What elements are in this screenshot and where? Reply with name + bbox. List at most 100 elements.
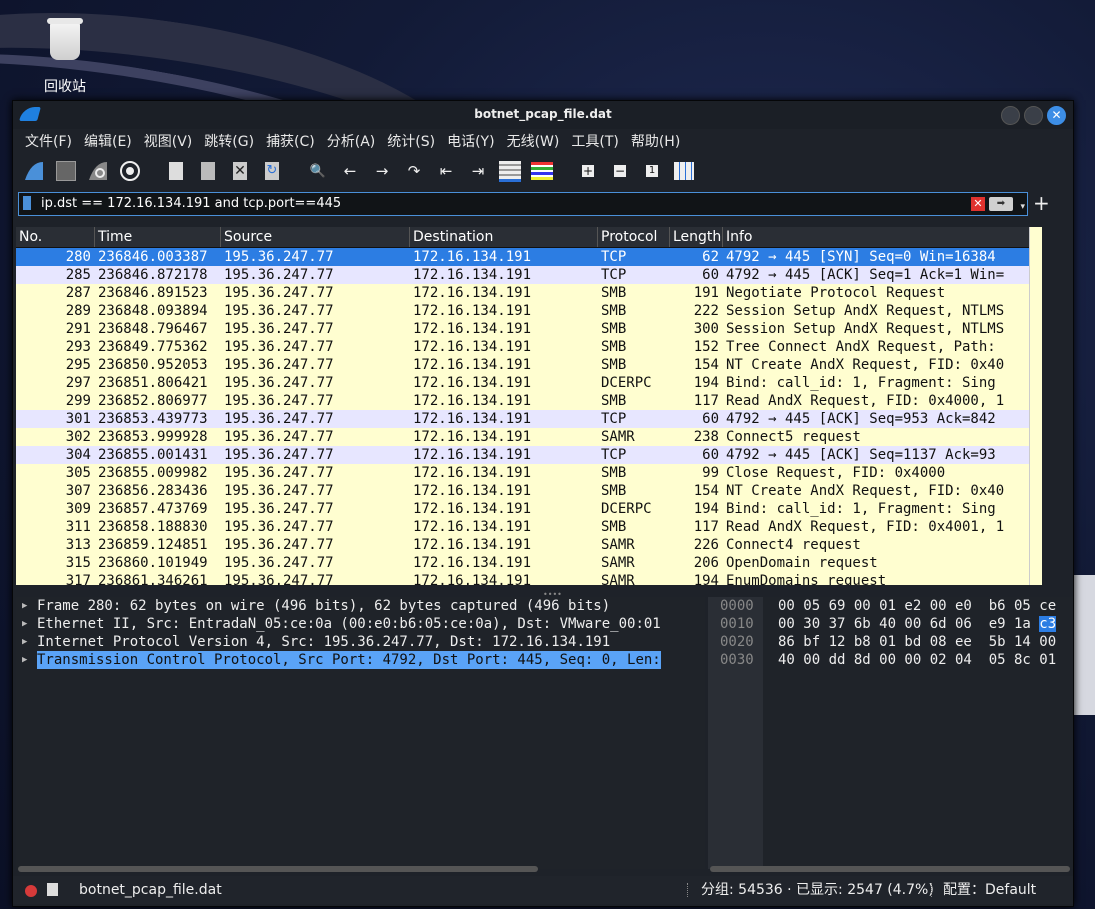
clear-filter-icon[interactable]: ✕ <box>971 197 985 211</box>
packet-row[interactable]: 299 236852.806977 195.36.247.77 172.16.134.… <box>16 392 1029 410</box>
menu-capture[interactable]: 捕获(C) <box>260 131 321 151</box>
go-forward-icon[interactable]: → <box>369 158 395 184</box>
expand-arrow-icon[interactable]: ▶ <box>22 597 27 615</box>
packet-protocol: SAMR <box>601 555 635 571</box>
packet-row[interactable]: 305 236855.009982 195.36.247.77 172.16.134.… <box>16 464 1029 482</box>
menu-edit[interactable]: 编辑(E) <box>78 131 138 151</box>
reload-file-icon[interactable]: ↻ <box>259 158 285 184</box>
packet-row[interactable]: 315 236860.101949 195.36.247.77 172.16.134.… <box>16 554 1029 572</box>
desktop-recycle-bin[interactable]: 回收站 <box>30 18 100 96</box>
capture-options-icon[interactable] <box>117 158 143 184</box>
title-bar[interactable]: botnet_pcap_file.dat ✕ <box>13 101 1073 129</box>
packet-row[interactable]: 301 236853.439773 195.36.247.77 172.16.134.… <box>16 410 1029 428</box>
packet-destination: 172.16.134.191 <box>413 285 532 301</box>
menu-telephony[interactable]: 电话(Y) <box>441 131 500 151</box>
add-filter-button-icon[interactable]: + <box>1033 191 1050 215</box>
go-to-packet-icon[interactable]: ↷ <box>401 158 427 184</box>
display-filter-bar: ip.dst == 172.16.134.191 and tcp.port==4… <box>13 191 1073 217</box>
packet-time: 236861.346261 <box>98 573 208 585</box>
autoscroll-icon[interactable] <box>497 158 523 184</box>
open-file-icon[interactable] <box>163 158 189 184</box>
packet-row[interactable]: 289 236848.093894 195.36.247.77 172.16.134.… <box>16 302 1029 320</box>
capture-comment-icon[interactable] <box>47 883 58 896</box>
column-header-length[interactable]: Length <box>670 227 723 247</box>
packet-protocol: SMB <box>601 321 627 337</box>
save-file-icon[interactable] <box>195 158 221 184</box>
bytes-horizontal-scrollbar[interactable] <box>710 866 1070 872</box>
column-header-info[interactable]: Info <box>723 227 1029 247</box>
packet-list-scrollbar[interactable] <box>1029 227 1042 585</box>
go-back-icon[interactable]: ← <box>337 158 363 184</box>
packet-row[interactable]: 297 236851.806421 195.36.247.77 172.16.134.… <box>16 374 1029 392</box>
packet-row[interactable]: 302 236853.999928 195.36.247.77 172.16.134.… <box>16 428 1029 446</box>
packet-details-pane[interactable]: ▶ Frame 280: 62 bytes on wire (496 bits),… <box>16 597 705 869</box>
detail-tree-item[interactable]: ▶ Ethernet II, Src: EntradaN_05:ce:0a (00… <box>16 615 705 633</box>
packet-bytes-pane[interactable]: 0000 0010 0020 0030 00 05 69 00 01 e2 00 e0… <box>708 597 1073 869</box>
packet-row[interactable]: 287 236846.891523 195.36.247.77 172.16.134.… <box>16 284 1029 302</box>
normal-size-icon[interactable]: 1 <box>639 158 665 184</box>
packet-row[interactable]: 291 236848.796467 195.36.247.77 172.16.134.… <box>16 320 1029 338</box>
expert-info-icon[interactable] <box>25 885 37 897</box>
expand-arrow-icon[interactable]: ▶ <box>22 615 27 633</box>
close-file-icon[interactable]: ✕ <box>227 158 253 184</box>
column-header-no[interactable]: No. <box>16 227 95 247</box>
restart-capture-icon[interactable] <box>85 158 111 184</box>
stop-capture-icon[interactable] <box>53 158 79 184</box>
packet-destination: 172.16.134.191 <box>413 519 532 535</box>
detail-tree-item[interactable]: ▶ Internet Protocol Version 4, Src: 195.3… <box>16 633 705 651</box>
menu-help[interactable]: 帮助(H) <box>625 131 686 151</box>
packet-row[interactable]: 309 236857.473769 195.36.247.77 172.16.134.… <box>16 500 1029 518</box>
resize-columns-icon[interactable] <box>671 158 697 184</box>
expand-arrow-icon[interactable]: ▶ <box>22 651 27 669</box>
bookmark-icon[interactable] <box>23 196 31 210</box>
column-header-protocol[interactable]: Protocol <box>598 227 670 247</box>
packet-info: Read AndX Request, FID: 0x4000, 1 <box>726 393 1005 409</box>
menu-go[interactable]: 跳转(G) <box>198 131 260 151</box>
zoom-in-icon[interactable]: + <box>575 158 601 184</box>
menu-tools[interactable]: 工具(T) <box>565 131 624 151</box>
colorize-icon[interactable] <box>529 158 555 184</box>
details-horizontal-scrollbar[interactable] <box>16 866 705 872</box>
close-button[interactable]: ✕ <box>1047 106 1066 125</box>
packet-row[interactable]: 313 236859.124851 195.36.247.77 172.16.134.… <box>16 536 1029 554</box>
packet-info: Session Setup AndX Request, NTLMS <box>726 321 1005 337</box>
shark-fin-start-icon[interactable] <box>21 158 47 184</box>
menu-view[interactable]: 视图(V) <box>138 131 199 151</box>
detail-tree-item[interactable]: ▶ Frame 280: 62 bytes on wire (496 bits),… <box>16 597 705 615</box>
menu-wireless[interactable]: 无线(W) <box>501 131 566 151</box>
packet-row[interactable]: 307 236856.283436 195.36.247.77 172.16.134.… <box>16 482 1029 500</box>
menu-analyze[interactable]: 分析(A) <box>321 131 382 151</box>
maximize-button[interactable] <box>1024 106 1043 125</box>
status-profile[interactable]: 配置：Default <box>943 876 1036 904</box>
status-packet-stats: 分组: 54536 · 已显示: 2547 (4.7%) <box>701 882 934 898</box>
packet-source: 195.36.247.77 <box>224 429 334 445</box>
packet-list[interactable]: No. Time Source Destination Protocol Len… <box>16 227 1029 585</box>
packet-destination: 172.16.134.191 <box>413 555 532 571</box>
apply-filter-icon[interactable]: ➡ <box>989 197 1013 211</box>
menu-bar: 文件(F) 编辑(E) 视图(V) 跳转(G) 捕获(C) 分析(A) 统计(S… <box>13 129 1073 153</box>
filter-history-dropdown-icon[interactable]: ▾ <box>1020 196 1025 218</box>
menu-file[interactable]: 文件(F) <box>19 131 78 151</box>
packet-row[interactable]: 304 236855.001431 195.36.247.77 172.16.134.… <box>16 446 1029 464</box>
packet-row[interactable]: 293 236849.775362 195.36.247.77 172.16.134.… <box>16 338 1029 356</box>
display-filter-input[interactable]: ip.dst == 172.16.134.191 and tcp.port==4… <box>18 192 1028 216</box>
column-header-time[interactable]: Time <box>95 227 221 247</box>
packet-no: 313 <box>65 537 91 553</box>
detail-tree-item[interactable]: ▶ Transmission Control Protocol, Src Port… <box>16 651 705 669</box>
last-packet-icon[interactable]: ⇥ <box>465 158 491 184</box>
column-header-source[interactable]: Source <box>221 227 410 247</box>
find-packet-icon[interactable]: 🔍 <box>305 158 331 184</box>
hex-bytes-text: 00 05 69 00 01 e2 00 e0 b6 05 ce <box>778 598 1057 614</box>
column-header-destination[interactable]: Destination <box>410 227 598 247</box>
menu-statistics[interactable]: 统计(S) <box>381 131 441 151</box>
packet-row[interactable]: 317 236861.346261 195.36.247.77 172.16.134.… <box>16 572 1029 585</box>
hex-bytes-text: 86 bf 12 b8 01 bd 08 ee 5b 14 00 <box>778 634 1057 650</box>
packet-row[interactable]: 280 236846.003387 195.36.247.77 172.16.134.… <box>16 248 1029 266</box>
expand-arrow-icon[interactable]: ▶ <box>22 633 27 651</box>
zoom-out-icon[interactable]: − <box>607 158 633 184</box>
packet-row[interactable]: 295 236850.952053 195.36.247.77 172.16.134.… <box>16 356 1029 374</box>
packet-row[interactable]: 311 236858.188830 195.36.247.77 172.16.134.… <box>16 518 1029 536</box>
minimize-button[interactable] <box>1001 106 1020 125</box>
packet-row[interactable]: 285 236846.872178 195.36.247.77 172.16.134.… <box>16 266 1029 284</box>
first-packet-icon[interactable]: ⇤ <box>433 158 459 184</box>
